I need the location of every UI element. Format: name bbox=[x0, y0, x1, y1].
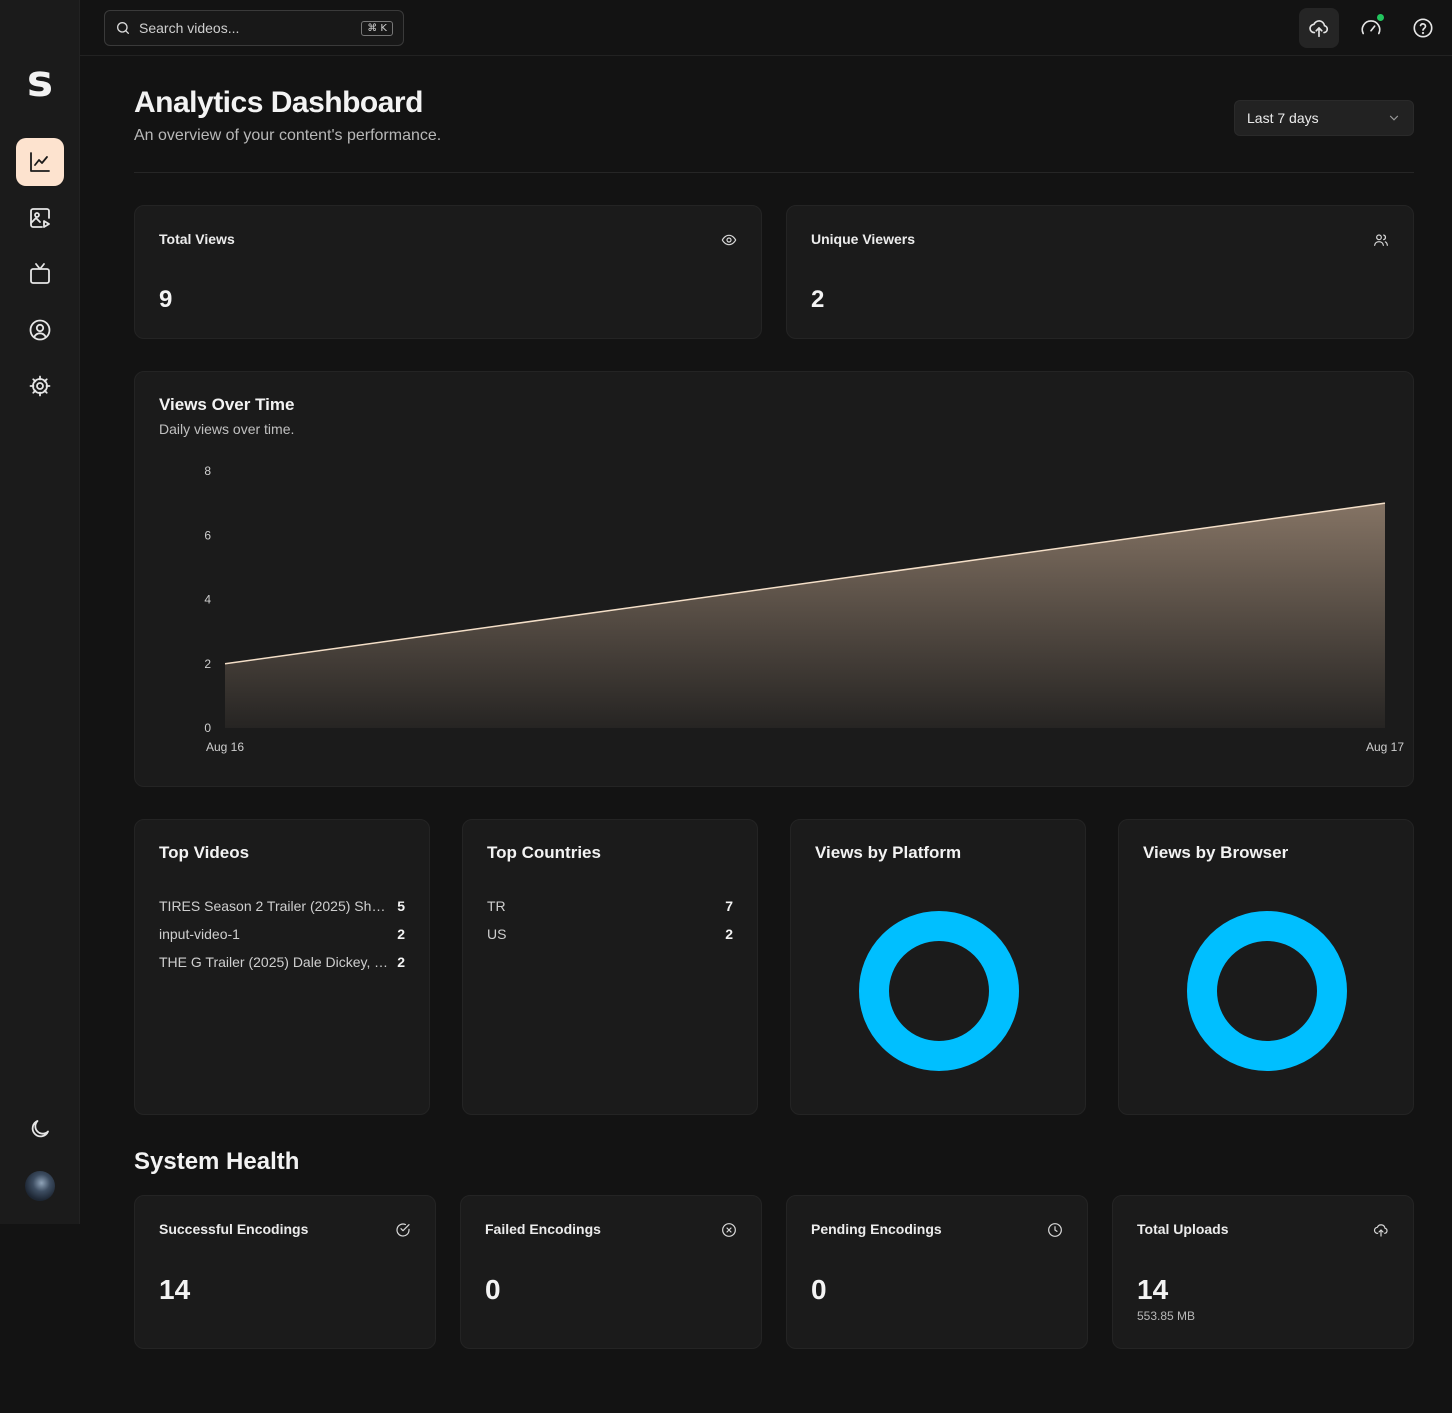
video-views: 2 bbox=[397, 926, 405, 942]
browser-donut-ring[interactable] bbox=[1187, 911, 1347, 1071]
top-videos-title: Top Videos bbox=[159, 843, 250, 862]
platform-title: Views by Platform bbox=[815, 843, 962, 862]
upload-button[interactable] bbox=[1299, 8, 1339, 48]
y-tick-label: 6 bbox=[204, 528, 211, 542]
sidebar-item-analytics[interactable] bbox=[16, 138, 64, 186]
video-views: 2 bbox=[397, 954, 405, 970]
x-circle-icon bbox=[722, 1223, 736, 1237]
successful-encodings-label: Successful Encodings bbox=[159, 1221, 309, 1237]
avatar[interactable] bbox=[25, 1171, 55, 1201]
top-bar: Search videos... ⌘ K bbox=[80, 0, 1452, 56]
page-title: Analytics Dashboard bbox=[134, 86, 423, 119]
country-views: 2 bbox=[725, 926, 733, 942]
clock-icon bbox=[1048, 1223, 1062, 1237]
views-by-browser-card: Views by Browser bbox=[1118, 819, 1414, 1115]
unique-viewers-value: 2 bbox=[811, 286, 825, 313]
platform-donut-ring[interactable] bbox=[859, 911, 1019, 1071]
pending-encodings-value: 0 bbox=[811, 1274, 827, 1305]
unique-viewers-card: Unique Viewers 2 bbox=[786, 205, 1414, 339]
check-circle-icon bbox=[396, 1223, 410, 1237]
list-item[interactable]: TIRES Season 2 Trailer (2025) Shane Gill… bbox=[159, 892, 405, 920]
views-over-time-card: Views Over Time Daily views over time. 0… bbox=[134, 371, 1414, 787]
pending-encodings-label: Pending Encodings bbox=[811, 1221, 942, 1237]
data-point[interactable] bbox=[222, 661, 228, 667]
total-views-label: Total Views bbox=[159, 231, 235, 247]
list-item: TR 7 bbox=[487, 892, 733, 920]
gear-icon bbox=[29, 375, 51, 397]
cloud-upload-icon bbox=[1309, 20, 1329, 38]
moon-icon bbox=[31, 1120, 49, 1138]
y-tick-label: 4 bbox=[204, 593, 211, 607]
failed-encodings-value: 0 bbox=[485, 1274, 501, 1305]
country-code: TR bbox=[487, 898, 506, 914]
pending-encodings-card: Pending Encodings 0 bbox=[786, 1195, 1088, 1349]
y-tick-label: 2 bbox=[204, 657, 211, 671]
failed-encodings-card: Failed Encodings 0 bbox=[460, 1195, 762, 1349]
top-countries-card: Top Countries TR 7 US 2 bbox=[462, 819, 758, 1115]
top-videos-list: TIRES Season 2 Trailer (2025) Shane Gill… bbox=[159, 892, 405, 976]
total-views-card: Total Views 9 bbox=[134, 205, 762, 339]
views-by-platform-card: Views by Platform bbox=[790, 819, 1086, 1115]
help-circle-icon bbox=[1413, 18, 1433, 38]
total-uploads-label: Total Uploads bbox=[1137, 1221, 1229, 1237]
tv-icon bbox=[30, 263, 50, 284]
date-range-value: Last 7 days bbox=[1247, 110, 1319, 126]
search-shortcut: ⌘ K bbox=[361, 20, 393, 36]
y-tick-label: 8 bbox=[204, 464, 211, 478]
eye-icon bbox=[721, 234, 737, 246]
page-subtitle: An overview of your content's performanc… bbox=[134, 127, 442, 144]
total-uploads-card: Total Uploads 14 553.85 MB bbox=[1112, 1195, 1414, 1349]
area-fill bbox=[225, 503, 1385, 728]
views-area-chart: 0 2 4 6 8 Aug 16 Aug 17 bbox=[204, 464, 1404, 754]
top-countries-title: Top Countries bbox=[487, 843, 601, 862]
video-views: 5 bbox=[397, 898, 405, 914]
search-input[interactable]: Search videos... ⌘ K bbox=[104, 10, 404, 46]
search-icon bbox=[117, 22, 129, 34]
cloud-upload-icon bbox=[1373, 1224, 1388, 1237]
video-name: TIRES Season 2 Trailer (2025) Shane Gill… bbox=[159, 898, 394, 914]
browser-donut-chart[interactable] bbox=[1186, 910, 1348, 1072]
unique-viewers-label: Unique Viewers bbox=[811, 231, 916, 247]
users-icon bbox=[1374, 234, 1388, 246]
app-logo[interactable]: s bbox=[20, 58, 60, 106]
status-indicator-dot bbox=[1376, 13, 1385, 22]
sidebar-item-settings[interactable] bbox=[16, 362, 64, 410]
system-health-title: System Health bbox=[134, 1148, 300, 1175]
sidebar-item-account[interactable] bbox=[16, 306, 64, 354]
system-status-button[interactable] bbox=[1351, 8, 1391, 48]
top-countries-list: TR 7 US 2 bbox=[487, 892, 733, 948]
successful-encodings-card: Successful Encodings 14 bbox=[134, 1195, 436, 1349]
chevron-down-icon bbox=[1389, 115, 1399, 121]
x-tick-label: Aug 17 bbox=[1366, 740, 1404, 754]
list-item: US 2 bbox=[487, 920, 733, 948]
total-uploads-size: 553.85 MB bbox=[1137, 1309, 1196, 1323]
chart-line-icon bbox=[30, 152, 50, 172]
theme-toggle-button[interactable] bbox=[16, 1105, 64, 1153]
sidebar-item-channels[interactable] bbox=[16, 250, 64, 298]
date-range-select[interactable]: Last 7 days bbox=[1234, 100, 1414, 136]
total-uploads-value: 14 bbox=[1137, 1274, 1169, 1305]
country-code: US bbox=[487, 926, 507, 942]
list-item[interactable]: THE G Trailer (2025) Dale Dickey, Thrill… bbox=[159, 948, 405, 976]
help-button[interactable] bbox=[1403, 8, 1443, 48]
platform-donut-chart[interactable] bbox=[858, 910, 1020, 1072]
video-file-icon bbox=[30, 208, 50, 228]
list-item[interactable]: input-video-1 2 bbox=[159, 920, 405, 948]
x-tick-label: Aug 16 bbox=[206, 740, 244, 754]
total-views-value: 9 bbox=[159, 286, 173, 313]
sidebar: s bbox=[0, 0, 80, 1224]
user-circle-icon bbox=[29, 319, 51, 341]
country-views: 7 bbox=[725, 898, 733, 914]
video-name: input-video-1 bbox=[159, 926, 240, 942]
search-placeholder: Search videos... bbox=[139, 20, 240, 36]
header-divider bbox=[134, 172, 1414, 173]
top-videos-card: Top Videos TIRES Season 2 Trailer (2025)… bbox=[134, 819, 430, 1115]
y-tick-label: 0 bbox=[204, 721, 211, 735]
successful-encodings-value: 14 bbox=[159, 1274, 191, 1305]
data-point[interactable] bbox=[1382, 500, 1388, 506]
browser-title: Views by Browser bbox=[1143, 843, 1289, 862]
sidebar-item-videos[interactable] bbox=[16, 194, 64, 242]
video-name: THE G Trailer (2025) Dale Dickey, Thrill… bbox=[159, 954, 393, 970]
failed-encodings-label: Failed Encodings bbox=[485, 1221, 601, 1237]
